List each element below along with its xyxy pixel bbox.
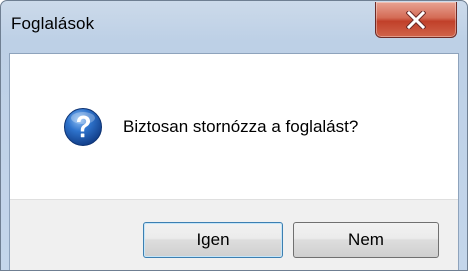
no-button[interactable]: Nem	[293, 222, 439, 258]
window-title: Foglalások	[11, 14, 95, 33]
yes-button[interactable]: Igen	[143, 222, 283, 258]
message-area: Biztosan stornózza a foglalást?	[10, 54, 458, 199]
question-icon	[63, 107, 103, 147]
message-box-window: Foglalások Biztosan stornózza a foglalás…	[0, 0, 468, 271]
close-button[interactable]	[375, 2, 457, 38]
close-icon	[376, 2, 456, 37]
title-bar[interactable]: Foglalások	[1, 1, 467, 47]
button-bar: Igen Nem	[10, 199, 458, 270]
confirmation-message: Biztosan stornózza a foglalást?	[123, 117, 359, 136]
dialog-client-area: Biztosan stornózza a foglalást? Igen Nem	[9, 53, 459, 270]
